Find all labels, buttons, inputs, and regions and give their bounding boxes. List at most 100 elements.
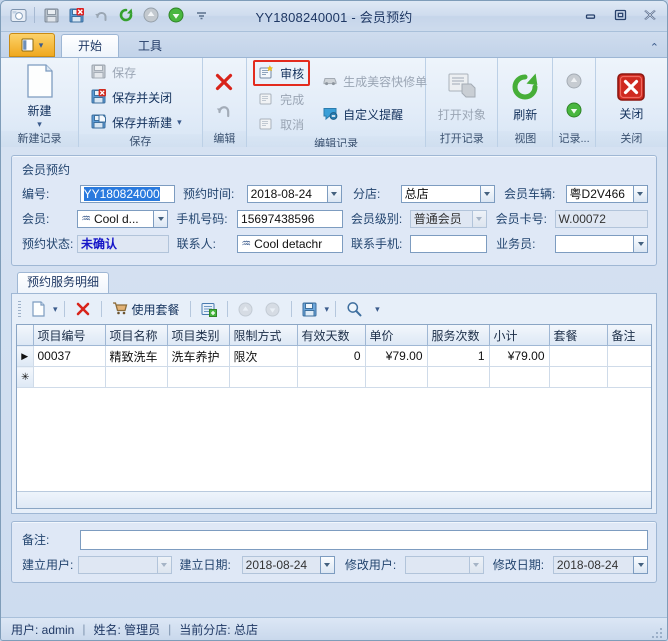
new-row-selector[interactable]: ✳ — [17, 367, 33, 388]
cell-item-category[interactable] — [167, 367, 229, 388]
member-level-select[interactable]: 普通会员 — [410, 210, 487, 228]
cell-item-code[interactable] — [33, 367, 105, 388]
new-button[interactable]: 新建 ▾ — [12, 61, 68, 130]
record-up-button[interactable] — [565, 69, 583, 93]
complete-button[interactable]: 完成 — [253, 87, 310, 111]
title-bar: YY1808240001 - 会员预约 — [1, 1, 667, 32]
member-car-select[interactable]: 粤D2V466 — [566, 185, 648, 203]
column-header[interactable]: 单价 — [365, 325, 427, 346]
export-save-caret-icon[interactable]: ▾ — [325, 304, 330, 315]
table-row[interactable]: ▶ 00037 精致洗车 洗车养护 限次 0 ¥79.00 1 ¥79.00 — [17, 346, 652, 367]
contact-input[interactable]: ♒ Cool detachr — [237, 235, 343, 253]
new-row-caret-icon[interactable]: ▾ — [53, 304, 58, 315]
grid-settings-icon[interactable] — [197, 298, 221, 320]
undo-edit-button[interactable] — [214, 98, 234, 122]
delete-button[interactable] — [213, 70, 235, 94]
appt-time-dropdown-icon[interactable] — [327, 185, 342, 203]
cell-package[interactable] — [549, 367, 607, 388]
phone-input[interactable]: 15697438596 — [237, 210, 343, 228]
bottom-form: 备注: 建立用户: 建立日期: 2018-08-24 修改用户: — [12, 522, 656, 582]
tab-appointment-service-detail[interactable]: 预约服务明细 — [17, 272, 109, 293]
created-date-dropdown-icon[interactable] — [320, 556, 335, 574]
remark-input[interactable] — [80, 530, 648, 550]
member-car-dropdown-icon[interactable] — [633, 185, 648, 203]
cell-valid-days[interactable]: 0 — [297, 346, 365, 367]
column-header[interactable]: 项目名称 — [105, 325, 167, 346]
column-header[interactable]: 项目编号 — [33, 325, 105, 346]
close-ribbon-button[interactable]: 关闭 — [607, 70, 655, 122]
minimize-button[interactable] — [579, 6, 601, 24]
member-dropdown-icon[interactable] — [153, 210, 168, 228]
column-header[interactable]: 服务次数 — [427, 325, 489, 346]
created-date-picker[interactable]: 2018-08-24 — [242, 556, 335, 574]
table-row[interactable]: ✳ — [17, 367, 652, 388]
save-button[interactable]: 保存 — [85, 60, 188, 84]
cancel-button[interactable]: 取消 — [253, 112, 310, 136]
cell-subtotal[interactable] — [489, 367, 549, 388]
tab-start[interactable]: 开始 — [61, 34, 119, 57]
cell-item-name[interactable]: 精致洗车 — [105, 346, 167, 367]
window-controls — [579, 6, 661, 24]
ribbon-collapse-icon[interactable]: ⌃ — [650, 41, 659, 54]
generate-beauty-order-button[interactable]: 生成美容快修单 — [316, 70, 433, 94]
toolbar-grip[interactable] — [18, 301, 21, 317]
column-header[interactable]: 有效天数 — [297, 325, 365, 346]
column-header[interactable]: 套餐 — [549, 325, 607, 346]
delete-row-icon[interactable] — [71, 298, 95, 320]
use-package-button[interactable]: 使用套餐 — [108, 299, 184, 319]
branch-dropdown-icon[interactable] — [480, 185, 495, 203]
new-button-caret-icon[interactable]: ▾ — [37, 119, 42, 130]
cell-service-count[interactable] — [427, 367, 489, 388]
cell-valid-days[interactable] — [297, 367, 365, 388]
maximize-button[interactable] — [609, 6, 631, 24]
member-select[interactable]: ♒ Cool d... — [77, 210, 168, 228]
cell-subtotal[interactable]: ¥79.00 — [489, 346, 549, 367]
modified-date-picker[interactable]: 2018-08-24 — [553, 556, 648, 574]
cell-unit-price[interactable] — [365, 367, 427, 388]
cell-limit-mode[interactable] — [229, 367, 297, 388]
row-selector[interactable]: ▶ — [17, 346, 33, 367]
custom-reminder-button[interactable]: 自定义提醒 — [316, 103, 433, 127]
cell-remark[interactable] — [607, 367, 652, 388]
cell-item-code[interactable]: 00037 — [33, 346, 105, 367]
save-and-new-caret-icon[interactable]: ▾ — [177, 117, 182, 128]
cell-item-name[interactable] — [105, 367, 167, 388]
salesperson-dropdown-icon[interactable] — [633, 235, 648, 253]
column-header[interactable]: 备注 — [607, 325, 652, 346]
cell-remark[interactable] — [607, 346, 652, 367]
toolbar-overflow-icon[interactable]: ▾ — [375, 304, 380, 315]
cell-unit-price[interactable]: ¥79.00 — [365, 346, 427, 367]
close-button[interactable] — [639, 6, 661, 24]
created-date-label: 建立日期: — [180, 556, 242, 573]
column-header[interactable]: 限制方式 — [229, 325, 297, 346]
contact-phone-input[interactable] — [410, 235, 487, 253]
grid-empty-area — [17, 388, 651, 491]
cancel-icon — [259, 116, 275, 132]
new-row-icon[interactable] — [26, 298, 50, 320]
cell-limit-mode[interactable]: 限次 — [229, 346, 297, 367]
branch-select[interactable]: 总店 — [401, 185, 495, 203]
column-header[interactable]: 项目类别 — [167, 325, 229, 346]
zoom-search-icon[interactable] — [342, 298, 366, 320]
application-menu-button[interactable]: ▾ — [9, 33, 55, 57]
save-and-close-button[interactable]: 保存并关闭 — [85, 85, 188, 109]
tab-tools[interactable]: 工具 — [121, 34, 179, 57]
appt-time-picker[interactable]: 2018-08-24 — [247, 185, 342, 203]
modified-date-dropdown-icon[interactable] — [633, 556, 648, 574]
export-save-icon[interactable] — [298, 298, 322, 320]
resize-grip[interactable] — [652, 626, 664, 638]
audit-button[interactable]: 审核 — [253, 60, 310, 86]
column-header[interactable]: 小计 — [489, 325, 549, 346]
move-up-icon[interactable] — [234, 298, 258, 320]
refresh-button[interactable]: 刷新 — [504, 69, 546, 123]
open-object-button[interactable]: 打开对象 — [434, 69, 490, 123]
record-down-button[interactable] — [565, 98, 583, 122]
code-input[interactable]: YY180824000 — [80, 185, 175, 203]
cancel-button-label: 取消 — [280, 116, 304, 133]
cell-service-count[interactable]: 1 — [427, 346, 489, 367]
cell-package[interactable] — [549, 346, 607, 367]
salesperson-select[interactable] — [555, 235, 648, 253]
save-and-new-button[interactable]: 保存并新建 ▾ — [85, 110, 188, 134]
move-down-icon[interactable] — [261, 298, 285, 320]
cell-item-category[interactable]: 洗车养护 — [167, 346, 229, 367]
